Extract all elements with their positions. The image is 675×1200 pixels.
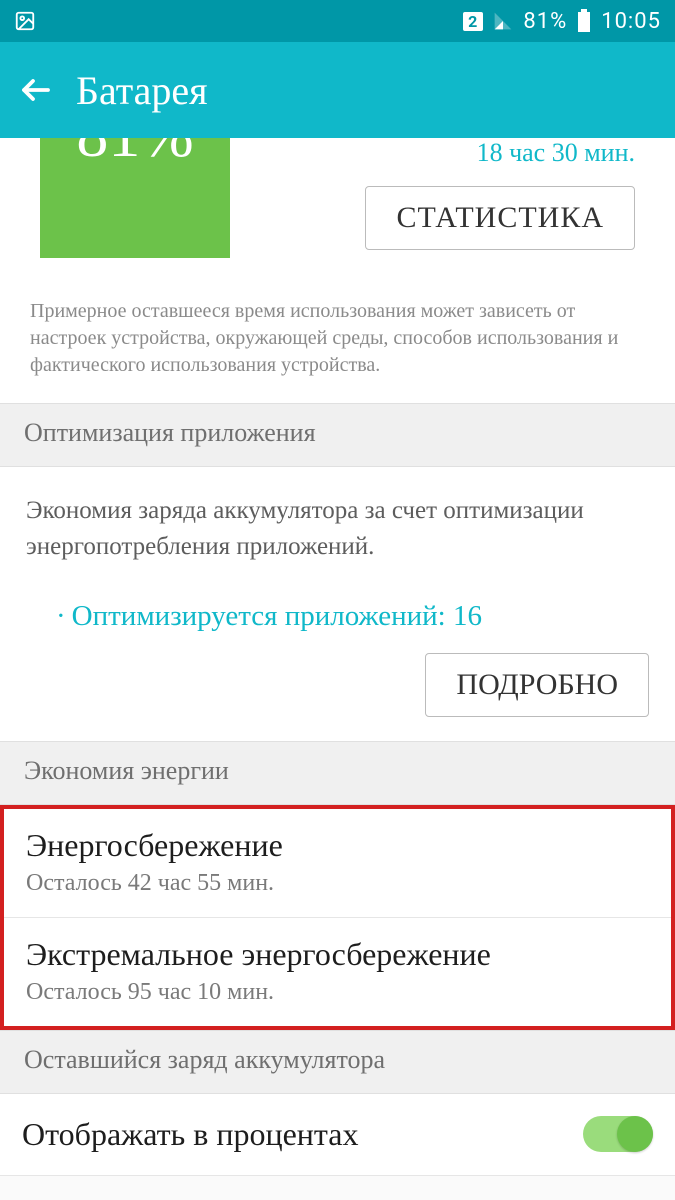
power-saving-item[interactable]: Энергосбережение Осталось 42 час 55 мин. [4, 809, 671, 918]
section-header-remaining: Оставшийся заряд аккумулятора [0, 1030, 675, 1094]
signal-icon [493, 11, 513, 31]
optimization-description: Экономия заряда аккумулятора за счет опт… [26, 493, 649, 566]
back-icon[interactable] [18, 72, 54, 108]
optimizing-apps-line: ·Оптимизируется приложений: 16 [26, 566, 649, 643]
show-percentage-row[interactable]: Отображать в процентах [0, 1094, 675, 1176]
battery-percent-tile: 81% [40, 138, 230, 258]
ultra-power-saving-sub: Осталось 95 час 10 мин. [26, 979, 649, 1006]
section-header-powersave: Экономия энергии [0, 741, 675, 805]
battery-summary: 81% 18 час 30 мин. СТАТИСТИКА [0, 138, 675, 278]
sim-badge: 2 [463, 12, 483, 31]
show-percentage-toggle[interactable] [583, 1116, 653, 1152]
estimate-time: 18 час 30 мин. [477, 138, 635, 168]
statistics-button[interactable]: СТАТИСТИКА [365, 186, 635, 250]
power-saving-sub: Осталось 42 час 55 мин. [26, 870, 649, 897]
battery-icon [577, 9, 591, 33]
optimization-block[interactable]: Экономия заряда аккумулятора за счет опт… [0, 467, 675, 741]
page-title: Батарея [76, 67, 208, 114]
picture-icon [14, 10, 36, 32]
clock-text: 10:05 [601, 9, 661, 34]
details-button[interactable]: ПОДРОБНО [425, 653, 649, 717]
show-percentage-label: Отображать в процентах [22, 1116, 583, 1153]
section-header-optimization: Оптимизация приложения [0, 403, 675, 467]
powersave-highlight: Энергосбережение Осталось 42 час 55 мин.… [0, 805, 675, 1030]
ultra-power-saving-item[interactable]: Экстремальное энергосбережение Осталось … [4, 918, 671, 1026]
statusbar: 2 81% 10:05 [0, 0, 675, 42]
ultra-power-saving-title: Экстремальное энергосбережение [26, 936, 649, 973]
power-saving-title: Энергосбережение [26, 827, 649, 864]
battery-pct-text: 81% [523, 9, 567, 34]
usage-note: Примерное оставшееся время использования… [0, 278, 675, 403]
appbar: Батарея [0, 42, 675, 138]
